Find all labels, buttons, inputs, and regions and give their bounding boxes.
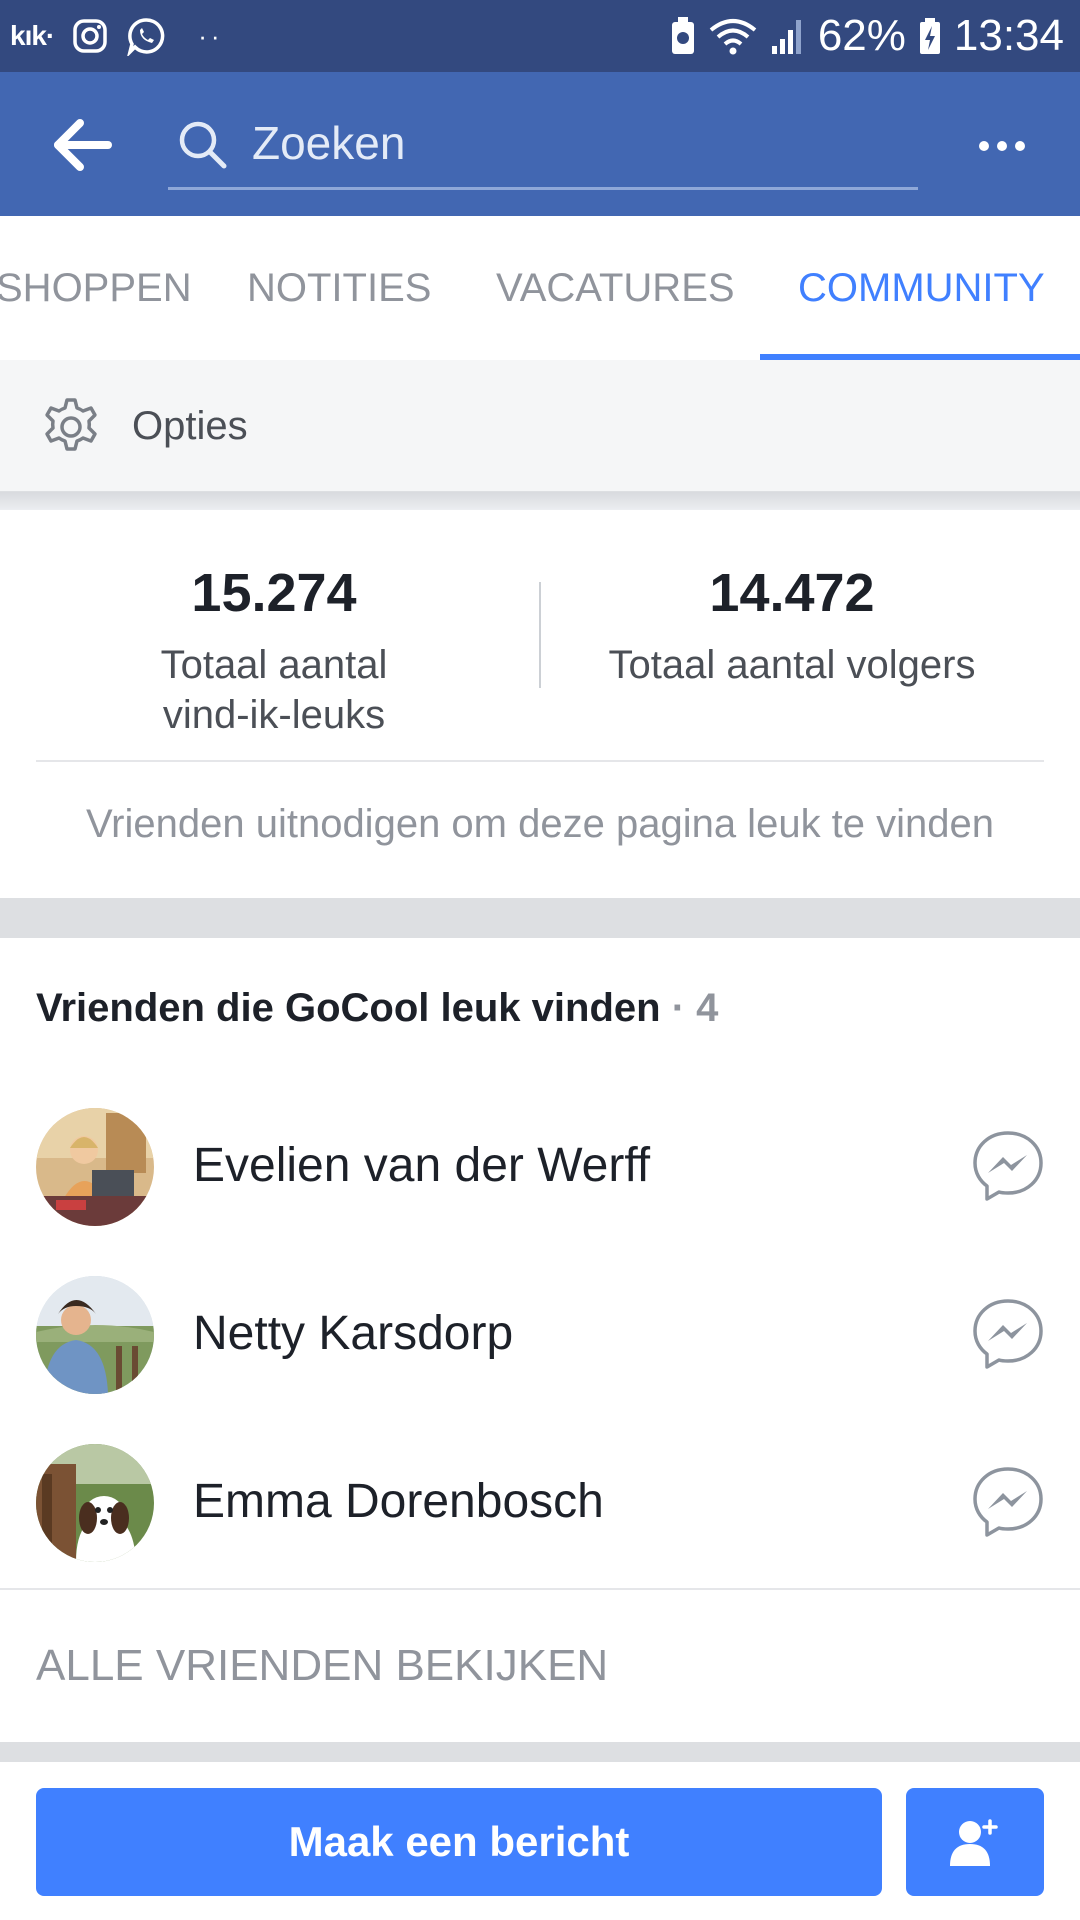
- search-icon: [176, 118, 228, 170]
- tab-notities[interactable]: NOTITIES: [247, 216, 431, 360]
- tab-community[interactable]: COMMUNITY: [798, 216, 1045, 360]
- overflow-dots: ··: [198, 20, 224, 51]
- battery-charging-icon: [918, 16, 942, 56]
- stats-divider: [539, 582, 541, 688]
- followers-count: 14.472: [709, 563, 875, 623]
- invite-friends-link[interactable]: Vrienden uitnodigen om deze pagina leuk …: [0, 794, 1080, 854]
- options-label: Opties: [132, 404, 248, 448]
- messenger-icon[interactable]: [970, 1464, 1046, 1540]
- tab-shoppen[interactable]: SHOPPEN: [0, 216, 192, 360]
- likes-label-line2: vind-ik-leuks: [162, 693, 386, 737]
- community-stats: 15.274 Totaal aantal vind-ik-leuks 14.47…: [0, 510, 1080, 898]
- section-gap: [0, 898, 1080, 938]
- options-row[interactable]: Opties: [0, 360, 1080, 492]
- page-tabs: SHOPPEN NOTITIES VACATURES COMMUNITY: [0, 216, 1080, 360]
- battery-saver-icon: [670, 16, 696, 56]
- friend-name[interactable]: Evelien van der Werff: [193, 1082, 650, 1250]
- section-divider: [0, 492, 1080, 510]
- search-input[interactable]: Zoeken: [168, 104, 918, 190]
- kik-icon: kık·: [10, 20, 55, 51]
- bottom-action-bar: Maak een bericht: [0, 1762, 1080, 1920]
- messenger-icon[interactable]: [970, 1128, 1046, 1204]
- status-bar: kık· ·· 62% 13:34: [0, 0, 1080, 72]
- avatar[interactable]: [36, 1108, 154, 1226]
- messenger-icon[interactable]: [970, 1296, 1046, 1372]
- wifi-icon: [708, 16, 758, 56]
- followers-label: Totaal aantal volgers: [608, 643, 976, 687]
- likes-stat: 15.274 Totaal aantal vind-ik-leuks: [24, 546, 524, 740]
- instagram-icon: [72, 18, 108, 54]
- friend-row[interactable]: Emma Dorenbosch: [0, 1418, 1080, 1586]
- signal-icon: [770, 16, 806, 56]
- friends-title-text: Vrienden die GoCool leuk vinden: [36, 986, 661, 1030]
- view-all-friends-link[interactable]: ALLE VRIENDEN BEKIJKEN: [36, 1590, 608, 1742]
- friend-name[interactable]: Netty Karsdorp: [193, 1250, 513, 1418]
- friends-who-like-section: Vrienden die GoCool leuk vinden · 4 Evel…: [0, 938, 1080, 1742]
- likes-count: 15.274: [191, 563, 357, 623]
- friends-section-title: Vrienden die GoCool leuk vinden · 4: [36, 986, 718, 1031]
- followers-stat: 14.472 Totaal aantal volgers: [542, 546, 1042, 690]
- friend-row[interactable]: Netty Karsdorp: [0, 1250, 1080, 1418]
- likes-label-line1: Totaal aantal: [160, 643, 388, 687]
- back-arrow-icon[interactable]: [50, 112, 116, 178]
- battery-percent: 62%: [817, 11, 906, 60]
- avatar[interactable]: [36, 1276, 154, 1394]
- clock: 13:34: [953, 11, 1064, 60]
- more-options-icon[interactable]: [970, 120, 1034, 172]
- stats-separator: [36, 760, 1044, 762]
- tab-vacatures[interactable]: VACATURES: [496, 216, 735, 360]
- avatar[interactable]: [36, 1444, 154, 1562]
- friends-count: · 4: [671, 986, 719, 1030]
- create-post-button[interactable]: Maak een bericht: [36, 1788, 882, 1896]
- whatsapp-icon: [126, 16, 166, 56]
- friend-row[interactable]: Evelien van der Werff: [0, 1082, 1080, 1250]
- gear-icon: [40, 396, 102, 458]
- search-placeholder: Zoeken: [252, 117, 406, 169]
- add-person-icon[interactable]: [906, 1788, 1044, 1896]
- section-gap: [0, 1742, 1080, 1762]
- friend-name[interactable]: Emma Dorenbosch: [193, 1418, 604, 1586]
- search-header: Zoeken: [0, 72, 1080, 216]
